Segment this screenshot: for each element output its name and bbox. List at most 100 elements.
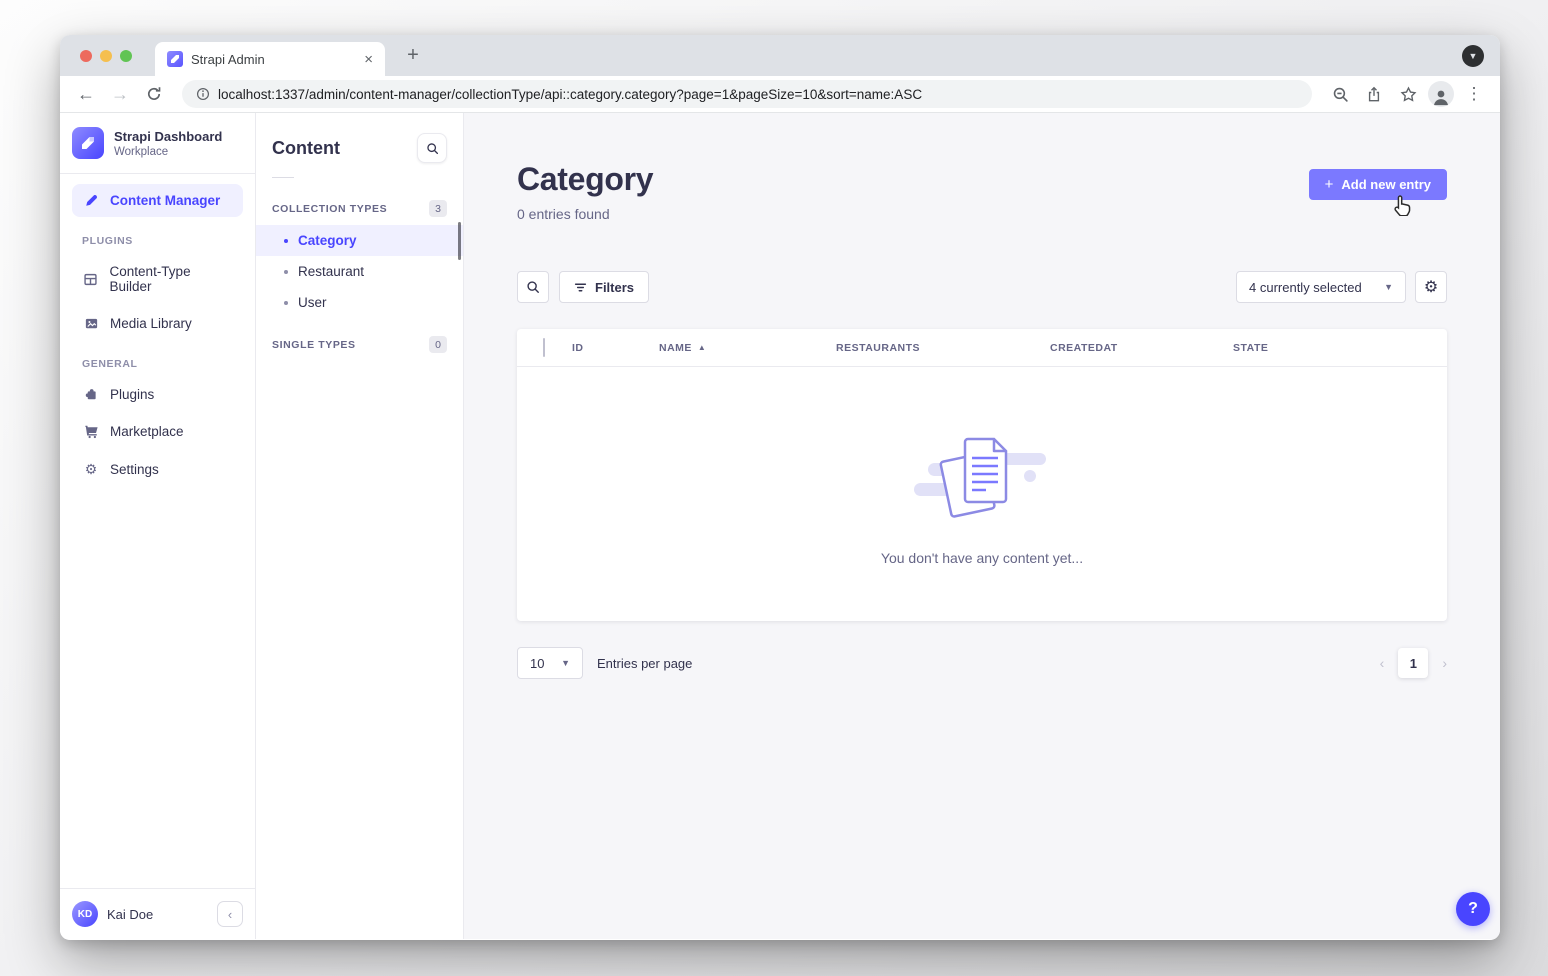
empty-state-message: You don't have any content yet... — [881, 550, 1083, 566]
workspace-brand[interactable]: Strapi Dashboard Workplace — [60, 113, 255, 171]
zoom-icon[interactable] — [1326, 80, 1354, 108]
search-icon — [526, 280, 540, 294]
tab-close-icon[interactable]: × — [362, 51, 375, 68]
tab-search-button[interactable]: ▼ — [1462, 45, 1484, 67]
sidebar-item-plugins[interactable]: Plugins — [72, 378, 243, 411]
view-settings-button[interactable]: ⚙ — [1415, 271, 1447, 303]
sort-asc-icon[interactable]: ▲ — [698, 343, 706, 352]
add-new-entry-button[interactable]: + Add new entry — [1309, 169, 1447, 200]
field-selection-dropdown[interactable]: 4 currently selected ▼ — [1236, 271, 1406, 303]
gear-icon: ⚙ — [82, 461, 100, 478]
collapse-sidebar-button[interactable]: ‹ — [217, 901, 243, 927]
page-size-dropdown[interactable]: 10 ▼ — [517, 647, 583, 679]
add-new-entry-label: Add new entry — [1341, 177, 1431, 192]
previous-page-icon[interactable]: ‹ — [1380, 655, 1385, 671]
empty-state: You don't have any content yet... — [517, 367, 1447, 621]
subnav-item-label: Category — [298, 233, 357, 248]
new-tab-button[interactable]: + — [399, 43, 427, 71]
column-header-id[interactable]: ID — [572, 342, 659, 354]
pagination-bar: 10 ▼ Entries per page ‹ 1 › — [517, 647, 1447, 679]
column-header-createdat[interactable]: CreatedAt — [1050, 342, 1233, 354]
address-bar[interactable]: localhost:1337/admin/content-manager/col… — [182, 80, 1312, 108]
help-button[interactable]: ? — [1456, 892, 1490, 926]
sidebar-item-settings[interactable]: ⚙ Settings — [72, 452, 243, 487]
select-all-checkbox[interactable] — [543, 338, 545, 357]
filter-icon — [574, 281, 587, 294]
sidebar-user-footer: KD Kai Doe ‹ — [60, 888, 255, 939]
mouse-cursor — [1393, 194, 1412, 221]
column-header-state[interactable]: State — [1233, 342, 1447, 354]
strapi-admin-app: Strapi Dashboard Workplace Content Manag… — [60, 113, 1500, 939]
minimize-window-button[interactable] — [100, 50, 112, 62]
next-page-icon[interactable]: › — [1442, 655, 1447, 671]
bullet-icon — [284, 301, 288, 305]
subnav-search-button[interactable] — [417, 133, 447, 163]
subnav-item-user[interactable]: User — [256, 287, 463, 318]
bullet-icon — [284, 270, 288, 274]
sidebar-item-content-type-builder[interactable]: Content-Type Builder — [72, 255, 243, 303]
reload-button[interactable] — [140, 80, 168, 108]
back-button[interactable]: ← — [72, 80, 100, 108]
close-window-button[interactable] — [80, 50, 92, 62]
empty-documents-illustration — [902, 423, 1062, 528]
sidebar-item-label: Settings — [110, 462, 159, 477]
browser-profile-avatar[interactable] — [1428, 81, 1454, 107]
pen-icon — [82, 193, 100, 208]
scrollbar-thumb[interactable] — [458, 222, 461, 260]
sidebar-item-label: Content-Type Builder — [110, 264, 233, 294]
site-info-icon[interactable] — [196, 87, 210, 101]
user-avatar[interactable]: KD — [72, 901, 98, 927]
content-subnav: Content Collection Types 3 Category Rest… — [256, 113, 464, 939]
table-search-button[interactable] — [517, 271, 549, 303]
subnav-item-category[interactable]: Category — [256, 225, 463, 256]
column-header-restaurants[interactable]: Restaurants — [836, 342, 1050, 354]
search-icon — [426, 142, 439, 155]
bullet-icon — [284, 239, 288, 243]
sidebar-item-label: Content Manager — [110, 193, 220, 208]
sidebar-item-marketplace[interactable]: Marketplace — [72, 415, 243, 448]
page-title: Category — [517, 161, 653, 198]
browser-window: Strapi Admin × + ▼ ← → localhost:1337/ad… — [60, 35, 1500, 940]
subnav-item-restaurant[interactable]: Restaurant — [256, 256, 463, 287]
window-controls — [80, 50, 132, 62]
entries-per-page-label: Entries per page — [597, 656, 692, 671]
browser-tab[interactable]: Strapi Admin × — [155, 42, 385, 76]
browser-toolbar: ← → localhost:1337/admin/content-manager… — [60, 76, 1500, 113]
chevron-down-icon: ▼ — [561, 658, 570, 668]
workspace-subtitle: Workplace — [114, 146, 222, 158]
share-icon[interactable] — [1360, 80, 1388, 108]
page-size-value: 10 — [530, 656, 544, 671]
bookmark-star-icon[interactable] — [1394, 80, 1422, 108]
plus-icon: + — [1325, 177, 1334, 192]
layout-grid-icon — [82, 272, 100, 287]
main-sidebar: Strapi Dashboard Workplace Content Manag… — [60, 113, 256, 939]
sidebar-divider — [60, 173, 255, 174]
strapi-favicon — [167, 51, 183, 67]
collection-types-count-badge: 3 — [429, 200, 447, 217]
table-header-row: ID Name ▲ Restaurants CreatedAt State — [517, 329, 1447, 367]
url-text: localhost:1337/admin/content-manager/col… — [218, 87, 922, 102]
filters-label: Filters — [595, 280, 634, 295]
cart-icon — [82, 424, 100, 439]
filters-button[interactable]: Filters — [559, 271, 649, 303]
entries-table: ID Name ▲ Restaurants CreatedAt State — [517, 329, 1447, 621]
strapi-logo — [72, 127, 104, 159]
column-header-name[interactable]: Name — [659, 342, 692, 354]
sidebar-section-plugins: Plugins — [60, 221, 255, 255]
current-page-button[interactable]: 1 — [1398, 648, 1428, 678]
workspace-name: Strapi Dashboard — [114, 129, 222, 144]
browser-menu-icon[interactable]: ⋮ — [1460, 80, 1488, 108]
user-name: Kai Doe — [107, 907, 208, 922]
zoom-window-button[interactable] — [120, 50, 132, 62]
sidebar-item-media-library[interactable]: Media Library — [72, 307, 243, 340]
subnav-title: Content — [272, 138, 340, 159]
forward-button[interactable]: → — [106, 80, 134, 108]
sidebar-section-general: General — [60, 344, 255, 378]
collection-types-heading: Collection Types — [272, 203, 387, 215]
sidebar-item-content-manager[interactable]: Content Manager — [72, 184, 243, 217]
gear-icon: ⚙ — [1424, 277, 1438, 297]
subnav-item-label: Restaurant — [298, 264, 364, 279]
browser-tabstrip: Strapi Admin × + ▼ — [60, 35, 1500, 76]
chevron-down-icon: ▼ — [1384, 282, 1393, 292]
puzzle-icon — [82, 387, 100, 402]
